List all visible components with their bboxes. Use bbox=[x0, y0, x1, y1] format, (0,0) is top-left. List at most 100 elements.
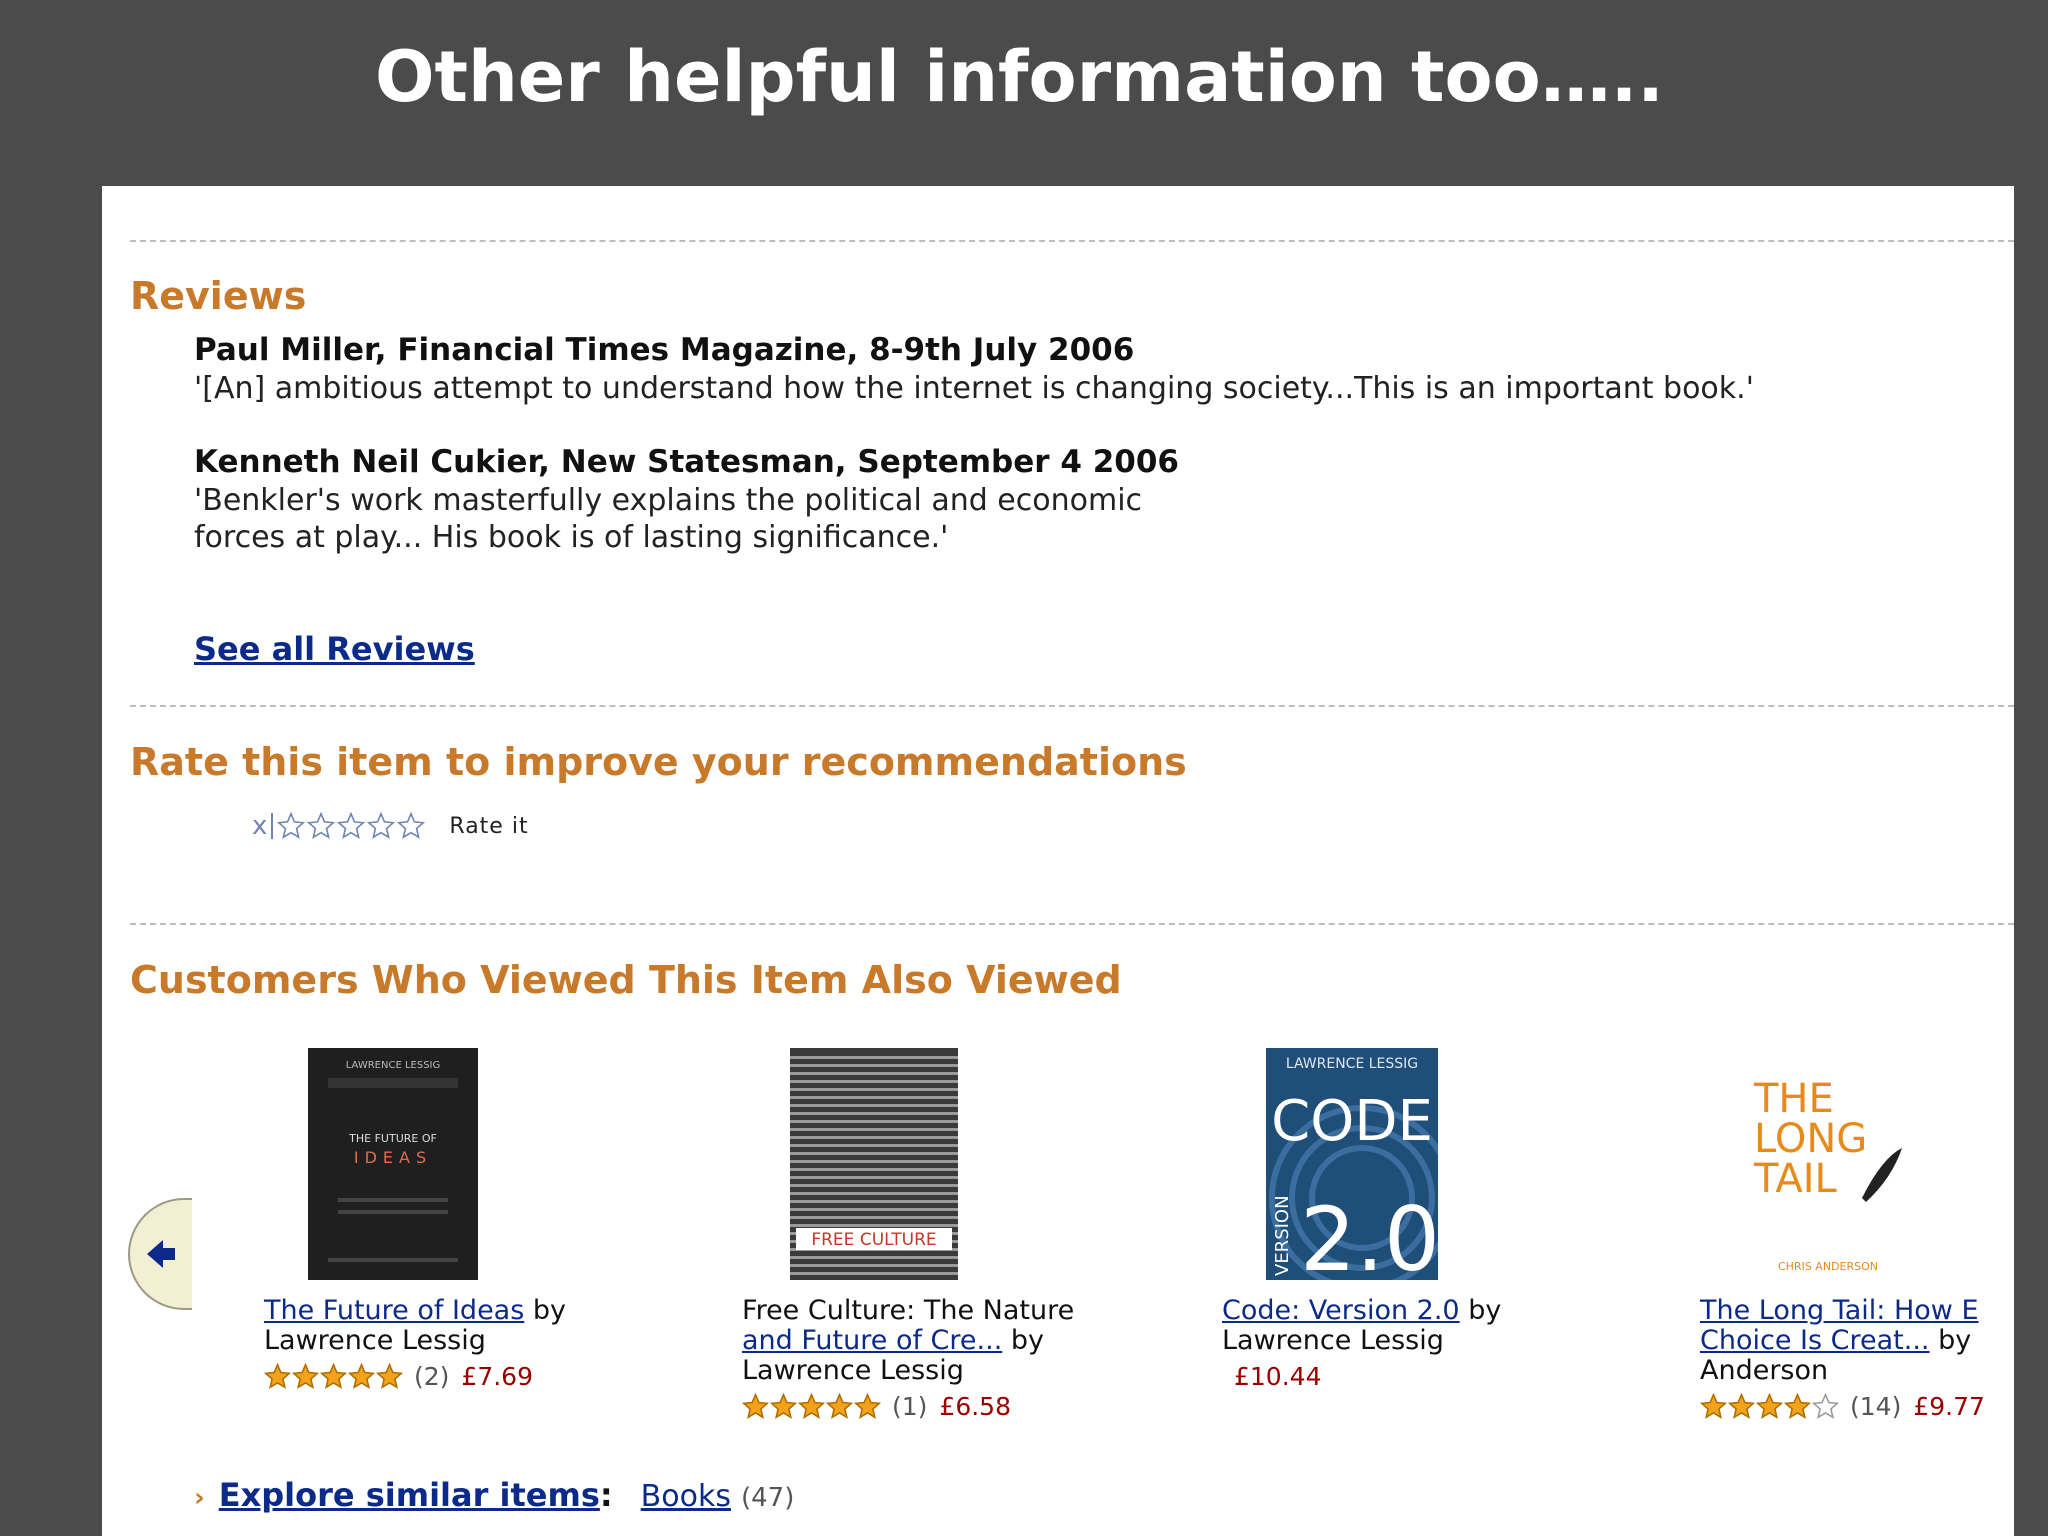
cover-author: LAWRENCE LESSIG bbox=[1286, 1056, 1418, 1072]
cover-title: FREE CULTURE bbox=[811, 1230, 936, 1250]
carousel-prev-button[interactable] bbox=[128, 1198, 192, 1310]
cover-art: LAWRENCE LESSIG CODE 2.0 VERSION bbox=[1269, 1056, 1438, 1280]
cover-stripe bbox=[790, 1224, 958, 1227]
book-title-link[interactable]: The Long Tail: How E bbox=[1700, 1296, 1979, 1326]
cover-title: THE FUTURE OF bbox=[348, 1132, 437, 1145]
clear-rating-button[interactable]: x bbox=[252, 811, 267, 841]
review-quote: forces at play... His book is of lasting… bbox=[194, 520, 949, 555]
cover-stripe bbox=[790, 1072, 958, 1075]
book-title-link[interactable]: and Future of Cre... bbox=[742, 1325, 1002, 1356]
by-label: by bbox=[1010, 1325, 1044, 1356]
cover-stripe bbox=[790, 1208, 958, 1211]
review-count-link[interactable]: (2) bbox=[414, 1362, 449, 1391]
book-title-link[interactable]: Code: Version 2.0 bbox=[1222, 1295, 1460, 1326]
book-author: Lawrence Lessig bbox=[1222, 1325, 1444, 1356]
cover-stripe bbox=[790, 1064, 958, 1067]
cover-stripe bbox=[790, 1200, 958, 1203]
book-price: £9.77 bbox=[1913, 1392, 1985, 1421]
rating-stars bbox=[1700, 1393, 1840, 1420]
book-price-row: (14) £9.77 bbox=[1700, 1392, 1985, 1421]
book-price: £7.69 bbox=[461, 1362, 533, 1391]
star-empty-icon[interactable] bbox=[277, 812, 306, 840]
cover-art: THE LONG TAIL CHRIS ANDERSON bbox=[1753, 1076, 1902, 1273]
book-author: Anderson bbox=[1700, 1355, 1829, 1386]
book-title-row: Code: Version 2.0 by bbox=[1222, 1296, 1501, 1326]
see-all-reviews-link[interactable]: See all Reviews bbox=[194, 630, 475, 668]
explore-similar-link[interactable]: Explore similar items bbox=[219, 1476, 600, 1514]
review-quote: 'Benkler's work masterfully explains the… bbox=[194, 483, 1143, 518]
also-viewed-heading: Customers Who Viewed This Item Also View… bbox=[130, 958, 1122, 1002]
book-title-link[interactable]: Choice Is Creat... bbox=[1700, 1325, 1930, 1356]
cover-stripe bbox=[790, 1136, 958, 1139]
book-title-row: The Future of Ideas by bbox=[264, 1296, 566, 1326]
star-filled-icon bbox=[854, 1393, 881, 1419]
divider bbox=[130, 240, 2014, 242]
book-price-row: (1) £6.58 bbox=[742, 1392, 1011, 1421]
books-category-link[interactable]: Books bbox=[641, 1479, 731, 1514]
rating-widget: x Rate it bbox=[252, 808, 529, 844]
star-empty-icon[interactable] bbox=[337, 812, 366, 840]
star-filled-icon bbox=[1756, 1393, 1783, 1419]
cover-stripe bbox=[790, 1264, 958, 1267]
star-empty-icon[interactable] bbox=[397, 812, 426, 840]
by-label: by bbox=[532, 1295, 567, 1326]
divider bbox=[130, 923, 2014, 925]
book-cover[interactable]: FREE CULTURE bbox=[790, 1048, 958, 1280]
star-filled-icon bbox=[264, 1363, 291, 1389]
book-price: £10.44 bbox=[1234, 1362, 1322, 1391]
cover-stripe bbox=[790, 1056, 958, 1059]
review-source: Kenneth Neil Cukier, New Statesman, Sept… bbox=[194, 444, 1179, 480]
rate-it-label: Rate it bbox=[449, 813, 529, 839]
book-price-row: (2) £7.69 bbox=[264, 1362, 533, 1391]
by-label: by bbox=[1468, 1295, 1502, 1326]
book-cover[interactable]: LAWRENCE LESSIG THE FUTURE OF IDEAS bbox=[308, 1048, 478, 1280]
cover-stripe bbox=[790, 1192, 958, 1195]
star-filled-icon bbox=[348, 1363, 375, 1389]
cover-stripe bbox=[790, 1104, 958, 1107]
star-empty-icon[interactable] bbox=[307, 812, 336, 840]
book-author: Lawrence Lessig bbox=[742, 1355, 964, 1386]
star-filled-icon bbox=[1784, 1393, 1811, 1419]
cover-stripe bbox=[790, 1184, 958, 1187]
book-cover[interactable]: LAWRENCE LESSIG CODE 2.0 VERSION bbox=[1266, 1048, 1438, 1280]
review-source: Paul Miller, Financial Times Magazine, 8… bbox=[194, 332, 1135, 368]
chevron-right-icon: › bbox=[194, 1483, 205, 1513]
star-empty-icon[interactable] bbox=[367, 812, 396, 840]
star-filled-icon bbox=[742, 1393, 769, 1419]
book-title-row: Choice Is Creat... by bbox=[1700, 1326, 1971, 1356]
cover-stripe bbox=[790, 1144, 958, 1147]
rating-stars[interactable] bbox=[277, 812, 427, 840]
star-filled-icon bbox=[1728, 1393, 1755, 1419]
star-filled-icon bbox=[292, 1363, 319, 1389]
star-filled-icon bbox=[798, 1393, 825, 1419]
by-label: by bbox=[1938, 1325, 1972, 1356]
cover-stripe bbox=[790, 1168, 958, 1171]
book-title-link[interactable]: Free Culture: The Nature bbox=[742, 1296, 1074, 1326]
cover-stripe bbox=[790, 1080, 958, 1083]
book-title-row: and Future of Cre... by bbox=[742, 1326, 1044, 1356]
star-filled-icon bbox=[376, 1363, 403, 1389]
review-count-link[interactable]: (1) bbox=[892, 1392, 927, 1421]
review-count-link[interactable]: (14) bbox=[1850, 1392, 1901, 1421]
book-title-link[interactable]: The Future of Ideas bbox=[264, 1295, 524, 1326]
cover-stripe bbox=[790, 1176, 958, 1179]
cover-title: 2.0 bbox=[1300, 1188, 1438, 1280]
screenshot-panel: Reviews Paul Miller, Financial Times Mag… bbox=[102, 186, 2014, 1536]
cover-title: VERSION bbox=[1272, 1195, 1293, 1276]
book-cover[interactable]: THE LONG TAIL CHRIS ANDERSON bbox=[1742, 1048, 1914, 1280]
books-count: (47) bbox=[740, 1483, 795, 1513]
separator bbox=[271, 813, 274, 839]
cover-stripe bbox=[790, 1256, 958, 1259]
star-filled-icon bbox=[1700, 1393, 1727, 1419]
book-price-row: £10.44 bbox=[1234, 1362, 1321, 1391]
cover-stripe bbox=[790, 1272, 958, 1275]
cover-stripe bbox=[790, 1160, 958, 1163]
star-filled-icon bbox=[770, 1393, 797, 1419]
star-filled-icon bbox=[320, 1363, 347, 1389]
review-quote: '[An] ambitious attempt to understand ho… bbox=[194, 371, 1754, 406]
rate-heading: Rate this item to improve your recommend… bbox=[130, 740, 1187, 784]
cover-stripe bbox=[790, 1088, 958, 1091]
cover-title: TAIL bbox=[1753, 1156, 1837, 1202]
colon: : bbox=[599, 1476, 613, 1514]
cover-art: FREE CULTURE bbox=[790, 1056, 958, 1275]
